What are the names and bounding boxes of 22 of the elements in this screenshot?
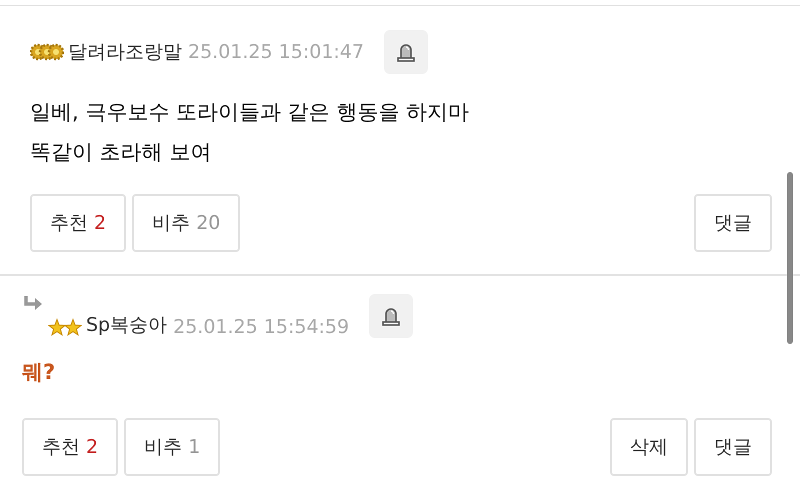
reply-arrow-icon (22, 294, 44, 312)
author-name[interactable]: Sp복숭아 (86, 312, 168, 338)
downvote-button[interactable]: 비추 1 (124, 418, 220, 476)
comment-text: 똑같이 초라해 보여 (30, 139, 212, 166)
siren-icon (380, 305, 402, 327)
upvote-button[interactable]: 추천 2 (30, 194, 126, 252)
author-name[interactable]: 달려라조랑말 (68, 39, 182, 65)
report-button[interactable] (369, 294, 414, 338)
comment-text: 뭬? (22, 359, 56, 386)
delete-button[interactable]: 삭제 (610, 418, 688, 476)
scrollbar[interactable] (787, 172, 793, 344)
siren-icon (394, 41, 417, 63)
report-button[interactable] (384, 30, 428, 74)
gears-badge-icon (30, 43, 64, 61)
comment-time: 25.01.25 15:01:47 (188, 41, 364, 63)
upvote-button[interactable]: 추천 2 (22, 418, 118, 476)
comment-time: 25.01.25 15:54:59 (173, 316, 350, 338)
downvote-button[interactable]: 비추 20 (132, 194, 240, 252)
reply-button[interactable]: 댓글 (694, 418, 772, 476)
comment-text: 일베, 극우보수 또라이들과 같은 행동을 하지마 (30, 99, 470, 126)
stars-badge-icon (48, 318, 82, 338)
reply-button[interactable]: 댓글 (694, 194, 772, 252)
